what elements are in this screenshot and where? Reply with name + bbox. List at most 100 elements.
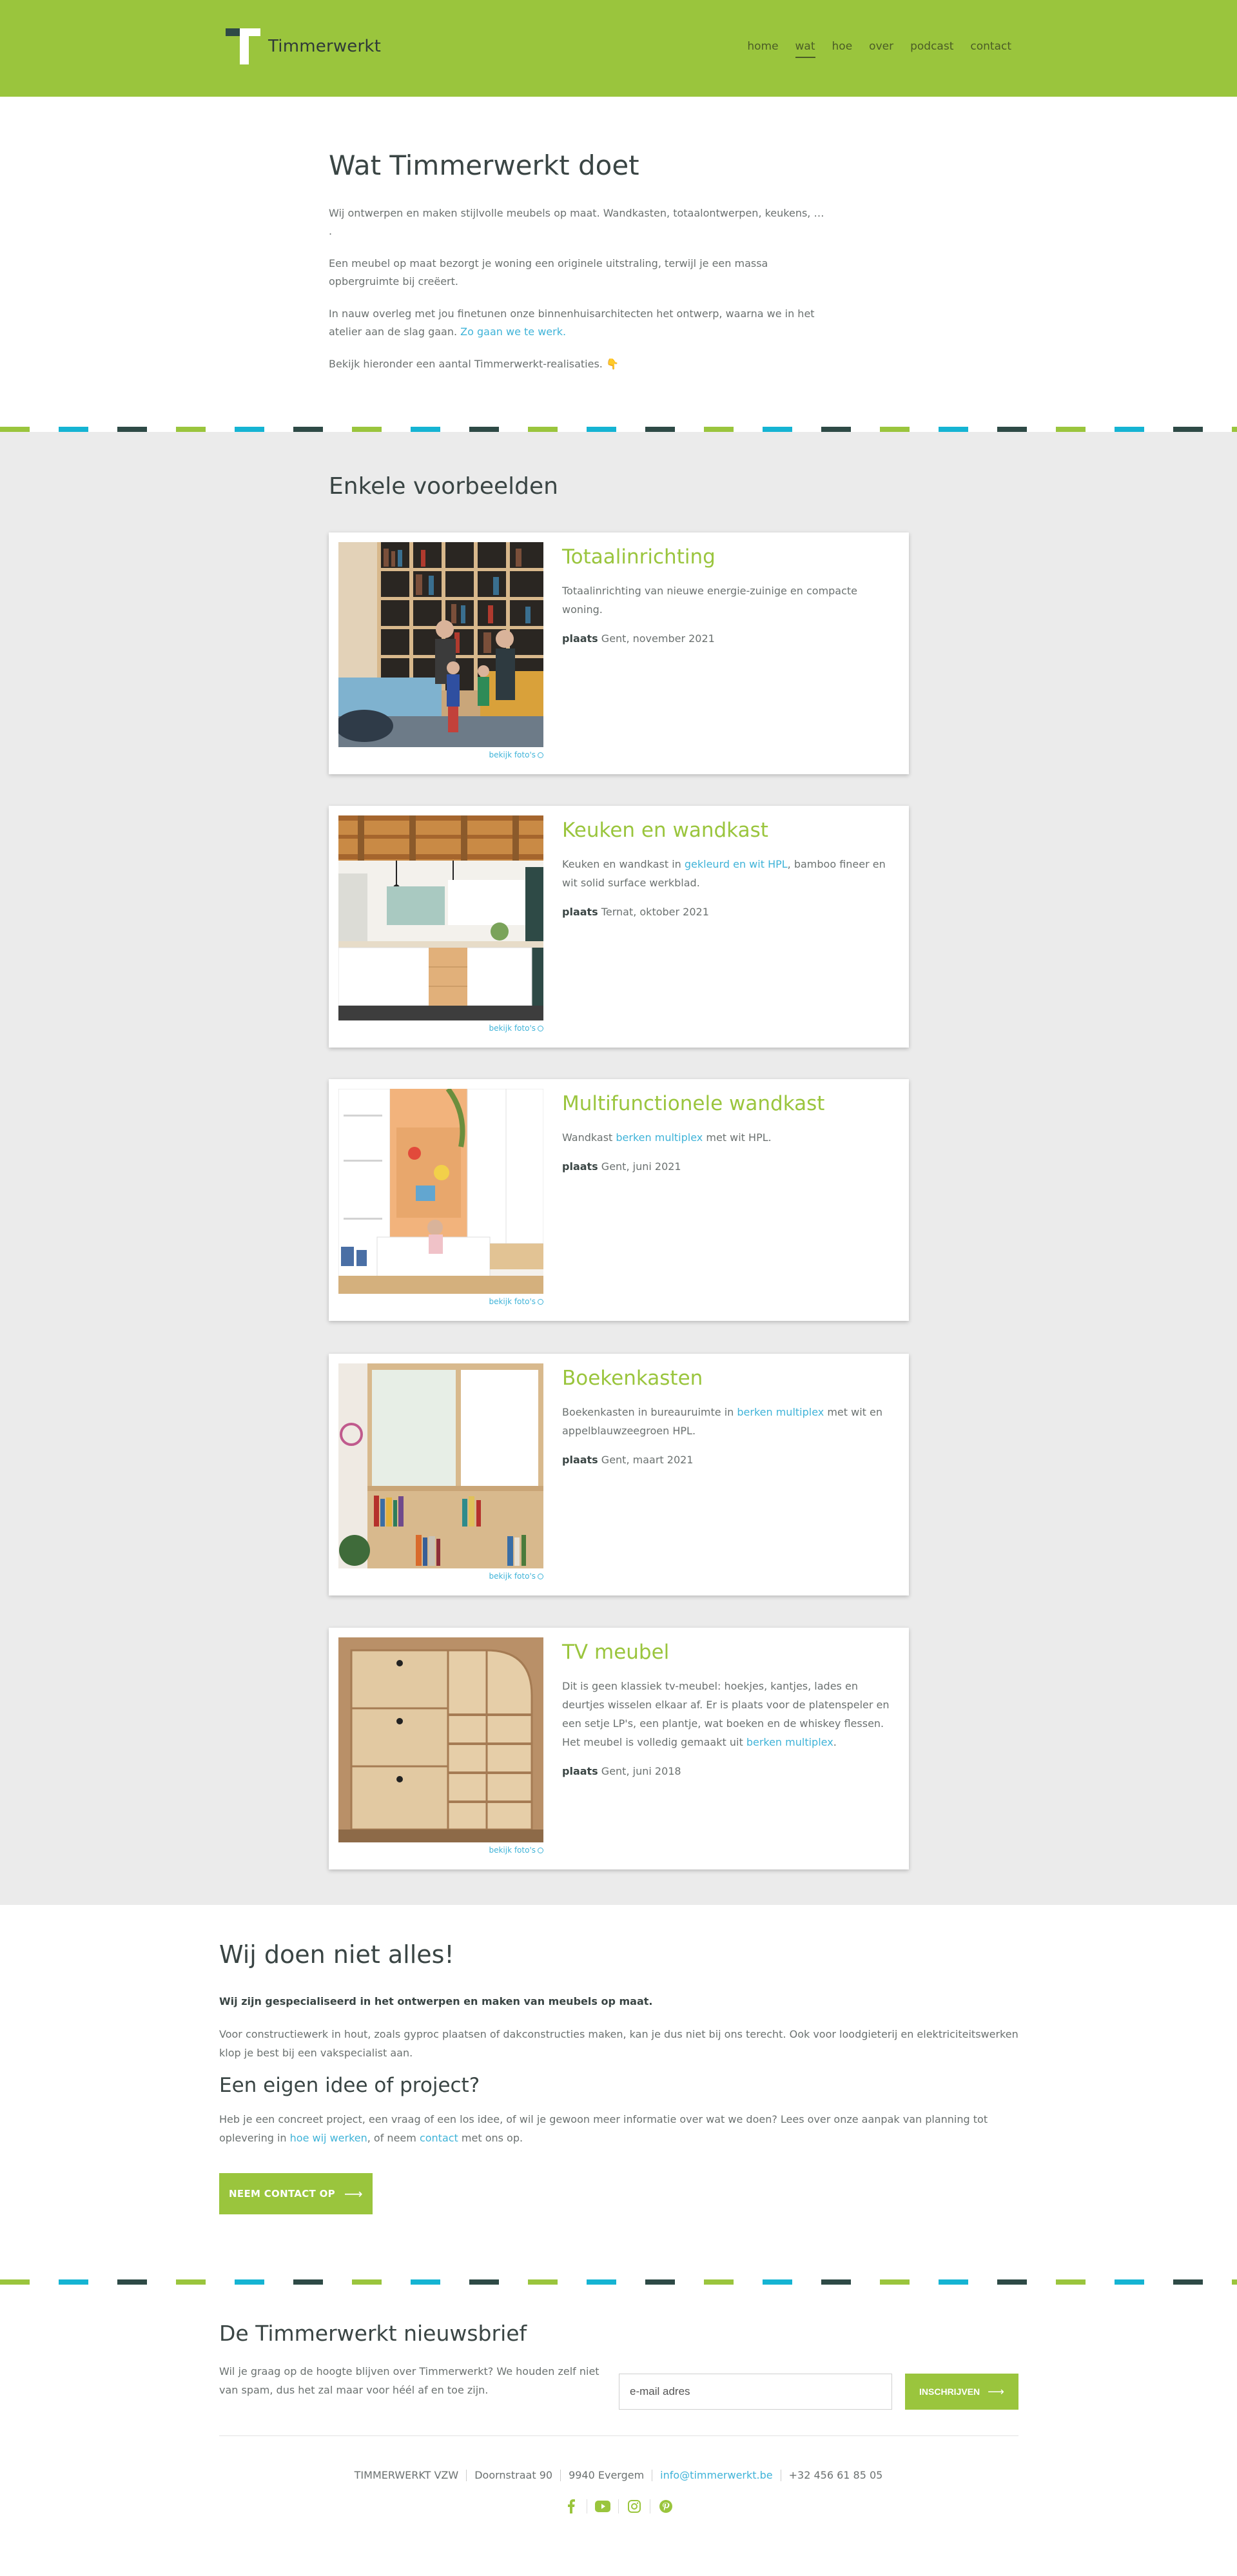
material-link[interactable]: berken multiplex (737, 1406, 824, 1418)
nav-hoe[interactable]: hoe (832, 40, 853, 58)
magnifier-icon (538, 1848, 543, 1853)
project-photo[interactable] (338, 1637, 543, 1842)
address-city: 9940 Evergem (569, 2469, 645, 2481)
newsletter-section: De Timmerwerkt nieuwsbrief Wil je graag … (219, 2321, 1018, 2410)
place-label: plaats (562, 632, 598, 645)
intro-paragraph-3-text: In nauw overleg met jou finetunen onze b… (329, 307, 815, 338)
divider-dash (528, 427, 558, 432)
pinterest-icon[interactable] (658, 2499, 674, 2514)
scope-strong-text: Wij zijn gespecialiseerd in het ontwerpe… (219, 1995, 653, 2007)
text: , of neem (367, 2132, 416, 2144)
social-links (0, 2499, 1237, 2514)
divider-dash (117, 2279, 147, 2285)
project-place: plaats Gent, maart 2021 (562, 1450, 897, 1469)
divider-dash (469, 2279, 499, 2285)
divider-dash (293, 2279, 323, 2285)
newsletter-text: Wil je graag op de hoogte blijven over T… (219, 2365, 599, 2396)
magnifier-icon (538, 1574, 543, 1579)
intro-paragraph-3: In nauw overleg met jou finetunen onze b… (329, 305, 825, 341)
scope-paragraph: Voor constructiewerk in hout, zoals gypr… (219, 2028, 1018, 2059)
material-link[interactable]: gekleurd en wit HPL (685, 858, 788, 870)
desc-text: Wandkast (562, 1131, 613, 1144)
nav-contact[interactable]: contact (970, 40, 1011, 58)
material-link[interactable]: berken multiplex (746, 1736, 833, 1748)
email-link[interactable]: info@timmerwerkt.be (660, 2469, 772, 2481)
place-value: Ternat, oktober 2021 (601, 906, 709, 918)
how-we-work-link[interactable]: hoe wij werken (290, 2132, 367, 2144)
magnifier-icon (538, 1026, 543, 1031)
company-name: TIMMERWERKT VZW (354, 2469, 459, 2481)
werkwijze-link[interactable]: Zo gaan we te werk. (460, 326, 566, 338)
desc-text: met wit HPL. (706, 1131, 772, 1144)
phone-number: +32 456 61 85 05 (788, 2469, 883, 2481)
view-photos-link[interactable]: bekijk foto's (338, 1572, 543, 1581)
site-header: Timmerwerkt home wat hoe over podcast co… (0, 0, 1237, 97)
scope-title: Wij doen niet alles! (219, 1940, 454, 1969)
place-label: plaats (562, 1765, 598, 1777)
desc-text: Boekenkasten in bureauruimte in (562, 1406, 734, 1418)
nav-home[interactable]: home (747, 40, 778, 58)
project-description-text: Boekenkasten in bureauruimte in berken m… (562, 1403, 897, 1440)
intro-paragraph-1: Wij ontwerpen en maken stijlvolle meubel… (329, 207, 824, 237)
instagram-icon[interactable] (627, 2499, 642, 2514)
divider (219, 2435, 1018, 2436)
contact-button[interactable]: NEEM CONTACT OP ⟶ (219, 2173, 373, 2214)
divider-dash (1056, 427, 1086, 432)
project-title: Keuken en wandkast (562, 819, 768, 842)
divider-dash (704, 427, 734, 432)
project-card: bekijk foto's TV meubel Dit is geen klas… (329, 1628, 909, 1869)
intro-paragraph-2: Een meubel op maat bezorgt je woning een… (329, 257, 768, 288)
nav-wat[interactable]: wat (795, 40, 815, 58)
examples-section: Enkele voorbeelden bekijk foto's Totaali… (0, 432, 1237, 1905)
project-card: bekijk foto's Boekenkasten Boekenkasten … (329, 1354, 909, 1595)
page-title: Wat Timmerwerkt doet (329, 150, 639, 181)
project-photo[interactable] (338, 1363, 543, 1568)
project-place: plaats Ternat, oktober 2021 (562, 903, 897, 921)
scope-section: Wij doen niet alles! Wij zijn gespeciali… (219, 1940, 1018, 2214)
nav-podcast[interactable]: podcast (910, 40, 953, 58)
place-label: plaats (562, 1160, 598, 1173)
divider-dash (352, 2279, 382, 2285)
project-photo[interactable] (338, 542, 543, 747)
contact-link[interactable]: contact (420, 2132, 458, 2144)
divider-dash (821, 2279, 851, 2285)
divider-dash (821, 427, 851, 432)
contact-button-label: NEEM CONTACT OP (229, 2188, 335, 2200)
place-value: Gent, juni 2021 (601, 1160, 681, 1173)
divider-dash (1115, 2279, 1144, 2285)
material-link[interactable]: berken multiplex (616, 1131, 703, 1144)
view-photos-link[interactable]: bekijk foto's (338, 1297, 543, 1306)
divider-dash (176, 427, 206, 432)
project-description: Wandkast berken multiplex met wit HPL. p… (562, 1128, 897, 1176)
main-nav: home wat hoe over podcast contact (747, 40, 1011, 58)
nav-over[interactable]: over (869, 40, 893, 58)
view-photos-link[interactable]: bekijk foto's (338, 750, 543, 759)
divider-dash (59, 2279, 88, 2285)
dashed-divider (0, 427, 1237, 432)
view-photos-link[interactable]: bekijk foto's (338, 1846, 543, 1855)
place-value: Gent, maart 2021 (601, 1454, 694, 1466)
subscribe-button[interactable]: INSCHRIJVEN ⟶ (905, 2374, 1018, 2410)
separator (466, 2469, 467, 2481)
divider-dash (352, 427, 382, 432)
project-title: Boekenkasten (562, 1367, 703, 1390)
arrow-right-icon: ⟶ (344, 2186, 363, 2201)
divider-dash (880, 2279, 910, 2285)
view-photos-link[interactable]: bekijk foto's (338, 1024, 543, 1033)
facebook-icon[interactable] (563, 2499, 579, 2514)
divider-dash (0, 2279, 30, 2285)
examples-title: Enkele voorbeelden (329, 473, 558, 500)
project-description: Keuken en wandkast in gekleurd en wit HP… (562, 855, 897, 921)
youtube-icon[interactable] (595, 2499, 610, 2514)
project-idea-paragraph: Heb je een concreet project, een vraag o… (219, 2110, 1018, 2147)
email-field[interactable] (619, 2374, 892, 2410)
project-photo[interactable] (338, 815, 543, 1020)
divider-dash (176, 2279, 206, 2285)
divider-dash (0, 427, 30, 432)
logo-mark-icon (226, 26, 263, 67)
divider-dash (469, 427, 499, 432)
view-photos-label: bekijk foto's (489, 1024, 536, 1033)
project-photo[interactable] (338, 1089, 543, 1294)
logo[interactable]: Timmerwerkt (226, 26, 393, 67)
divider-dash (880, 427, 910, 432)
